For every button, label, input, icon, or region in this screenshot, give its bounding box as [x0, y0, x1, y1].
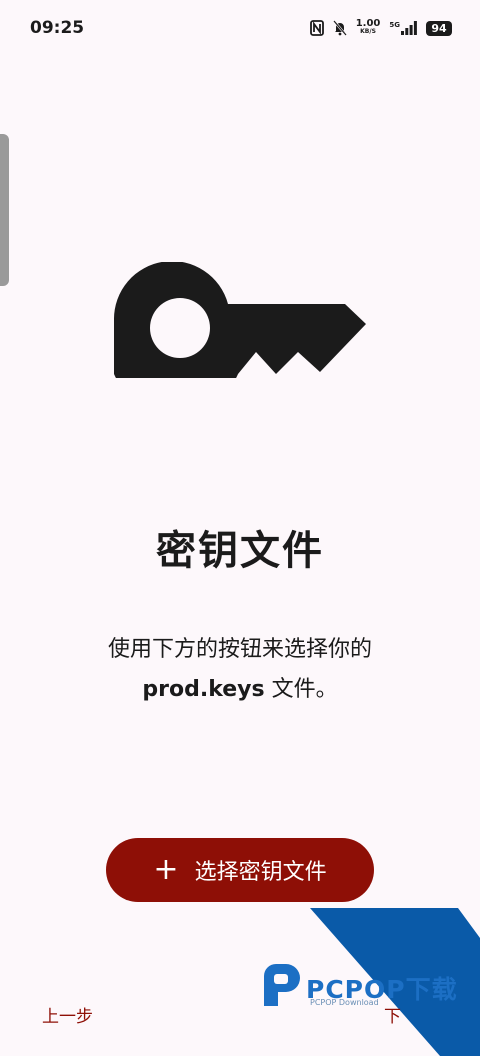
page-title: 密钥文件 — [156, 528, 324, 574]
select-keys-button-label: 选择密钥文件 — [194, 860, 327, 885]
battery-indicator: 94 — [426, 20, 452, 36]
nfc-icon — [309, 20, 324, 36]
page-description: 使用下方的按钮来选择你的 prod.keys 文件。 — [0, 630, 480, 710]
net-speed-unit: KB/S — [360, 28, 376, 35]
network-speed: 1.00 KB/S — [355, 18, 381, 36]
status-bar: 09:25 1.00 KB/S 5G 94 — [0, 0, 480, 56]
keys-filename: prod.keys — [142, 677, 265, 702]
status-icons: 1.00 KB/S 5G 94 — [309, 18, 452, 36]
net-speed-value: 1.00 — [355, 18, 381, 29]
description-line-2: prod.keys 文件。 — [0, 670, 480, 710]
status-time: 09:25 — [30, 18, 85, 38]
select-keys-button[interactable]: + 选择密钥文件 — [106, 838, 374, 902]
watermark-subtitle: PCPOP Download — [310, 998, 379, 1007]
description-suffix: 文件。 — [264, 677, 338, 702]
signal-icon: 5G — [389, 21, 417, 35]
next-button[interactable]: 下 — [384, 1002, 404, 1027]
key-icon — [108, 261, 368, 415]
plus-icon: + — [153, 852, 179, 887]
mute-bell-icon — [332, 20, 347, 36]
back-button[interactable]: 上一步 — [42, 1002, 93, 1027]
edge-panel-handle[interactable] — [0, 134, 9, 286]
network-type: 5G — [389, 21, 400, 29]
pcpop-logo-icon — [258, 962, 304, 1008]
description-line-1: 使用下方的按钮来选择你的 — [107, 637, 372, 662]
